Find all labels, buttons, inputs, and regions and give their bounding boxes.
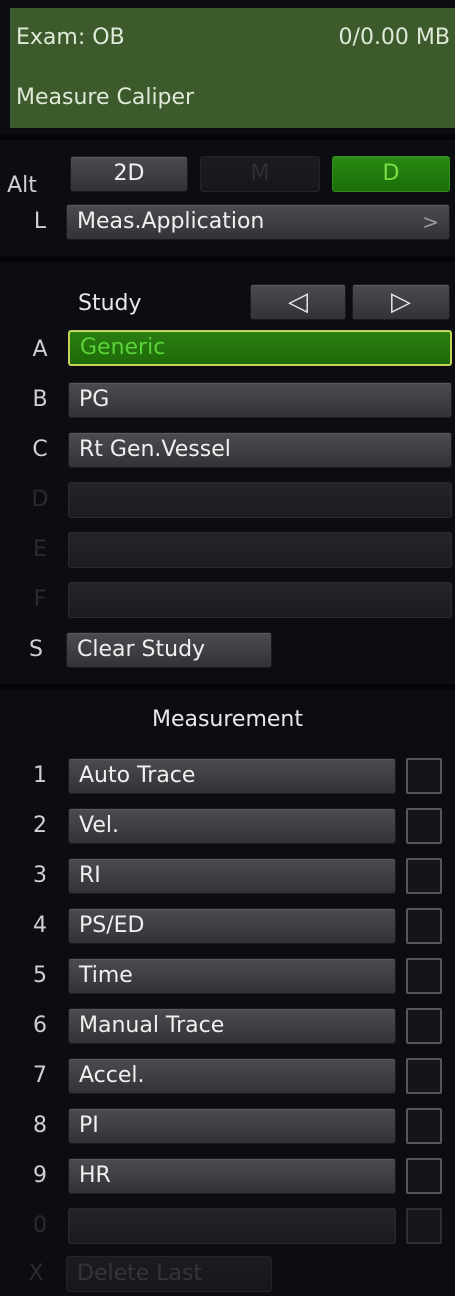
- meas-application-label: Meas.Application: [77, 209, 265, 234]
- delete-last-button[interactable]: Delete Last: [66, 1256, 272, 1292]
- accel-button[interactable]: Accel.: [68, 1058, 396, 1094]
- mode-2d-button[interactable]: 2D: [70, 156, 188, 192]
- divider: [0, 134, 455, 140]
- meas-key-3: 3: [33, 863, 47, 888]
- storage-usage: 0/0.00 MB: [338, 25, 450, 50]
- meas-key-7: 7: [33, 1063, 47, 1088]
- meas-application-button[interactable]: Meas.Application >: [66, 204, 450, 240]
- ri-checkbox[interactable]: [406, 858, 442, 894]
- meas-key-8: 8: [33, 1113, 47, 1138]
- manual-trace-checkbox[interactable]: [406, 1008, 442, 1044]
- study-rt-gen-vessel-button[interactable]: Rt Gen.Vessel: [68, 432, 452, 468]
- mode-m-button[interactable]: M: [200, 156, 320, 192]
- chevron-right-icon: >: [422, 210, 439, 234]
- auto-trace-button[interactable]: Auto Trace: [68, 758, 396, 794]
- meas-key-9: 9: [33, 1163, 47, 1188]
- ri-button[interactable]: RI: [68, 858, 396, 894]
- study-key-b: B: [32, 387, 48, 412]
- study-key-e: E: [33, 537, 47, 562]
- meas-key-5: 5: [33, 963, 47, 988]
- pi-checkbox[interactable]: [406, 1108, 442, 1144]
- ps-ed-button[interactable]: PS/ED: [68, 908, 396, 944]
- alt-label: Alt: [7, 173, 37, 198]
- l-label: L: [33, 209, 47, 234]
- measurement-title: Measurement: [151, 707, 304, 732]
- accel-checkbox[interactable]: [406, 1058, 442, 1094]
- meas-slot-0-checkbox[interactable]: [406, 1208, 442, 1244]
- study-pg-button[interactable]: PG: [68, 382, 452, 418]
- meas-key-1: 1: [33, 763, 47, 788]
- divider: [0, 256, 455, 262]
- clear-study-button[interactable]: Clear Study: [66, 632, 272, 668]
- meas-slot-0-button[interactable]: [68, 1208, 396, 1244]
- study-key-d: D: [31, 487, 49, 512]
- delete-last-key: X: [28, 1261, 44, 1286]
- meas-key-4: 4: [33, 913, 47, 938]
- study-title: Study: [78, 291, 142, 316]
- time-button[interactable]: Time: [68, 958, 396, 994]
- study-slot-e-button[interactable]: [68, 532, 452, 568]
- meas-key-2: 2: [33, 813, 47, 838]
- clear-study-key: S: [29, 637, 43, 662]
- study-key-c: C: [32, 437, 48, 462]
- study-prev-button[interactable]: ◁: [250, 284, 346, 320]
- manual-trace-button[interactable]: Manual Trace: [68, 1008, 396, 1044]
- meas-key-6: 6: [33, 1013, 47, 1038]
- mode-label: Measure Caliper: [16, 85, 195, 110]
- exam-label: Exam: OB: [16, 25, 125, 50]
- study-key-a: A: [32, 337, 48, 362]
- mode-d-button[interactable]: D: [332, 156, 450, 192]
- time-checkbox[interactable]: [406, 958, 442, 994]
- meas-key-0: 0: [33, 1213, 47, 1238]
- hr-checkbox[interactable]: [406, 1158, 442, 1194]
- study-slot-f-button[interactable]: [68, 582, 452, 618]
- study-generic-button[interactable]: Generic: [68, 330, 452, 366]
- auto-trace-checkbox[interactable]: [406, 758, 442, 794]
- ps-ed-checkbox[interactable]: [406, 908, 442, 944]
- vel-checkbox[interactable]: [406, 808, 442, 844]
- study-slot-d-button[interactable]: [68, 482, 452, 518]
- vel-button[interactable]: Vel.: [68, 808, 396, 844]
- study-next-button[interactable]: ▷: [352, 284, 450, 320]
- hr-button[interactable]: HR: [68, 1158, 396, 1194]
- study-key-f: F: [33, 587, 47, 612]
- divider: [0, 684, 455, 690]
- pi-button[interactable]: PI: [68, 1108, 396, 1144]
